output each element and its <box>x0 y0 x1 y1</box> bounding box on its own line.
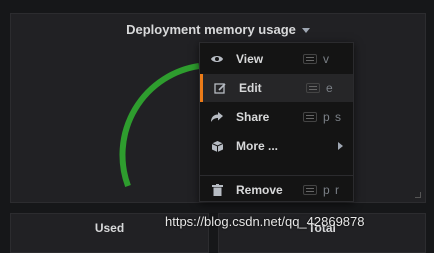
shortcut-hint: p s <box>323 110 343 124</box>
keyboard-icon <box>306 83 320 93</box>
watermark: https://blog.csdn.net/qq_42869878 <box>165 214 365 229</box>
menu-item-label: Remove <box>236 183 283 197</box>
shortcut-hint: v <box>323 52 330 66</box>
menu-item-label: Edit <box>239 81 262 95</box>
shortcut-hint: p r <box>323 183 341 197</box>
menu-item-edit[interactable]: Edit e <box>200 74 353 102</box>
chevron-down-icon[interactable] <box>301 28 310 33</box>
panel-title-bar[interactable]: Deployment memory usage <box>11 14 425 44</box>
keyboard-icon <box>303 112 317 122</box>
panel-menu: View v Edit e Share p s More ... Remove … <box>199 42 354 202</box>
menu-item-remove[interactable]: Remove p r <box>200 176 353 204</box>
menu-item-label: More ... <box>236 139 279 153</box>
menu-item-label: Share <box>236 110 270 124</box>
eye-icon <box>210 52 224 66</box>
menu-item-view[interactable]: View v <box>200 45 353 73</box>
menu-item-share[interactable]: Share p s <box>200 103 353 131</box>
trash-icon <box>210 183 224 197</box>
edit-icon <box>213 81 227 95</box>
resize-handle[interactable] <box>415 192 421 198</box>
menu-item-label: View <box>236 52 264 66</box>
shortcut-hint: e <box>326 81 334 95</box>
menu-item-more[interactable]: More ... <box>200 132 353 160</box>
keyboard-icon <box>303 54 317 64</box>
keyboard-icon <box>303 185 317 195</box>
share-icon <box>210 110 224 124</box>
chevron-right-icon <box>338 142 343 150</box>
panel-title[interactable]: Deployment memory usage <box>126 22 296 37</box>
cube-icon <box>210 139 224 153</box>
